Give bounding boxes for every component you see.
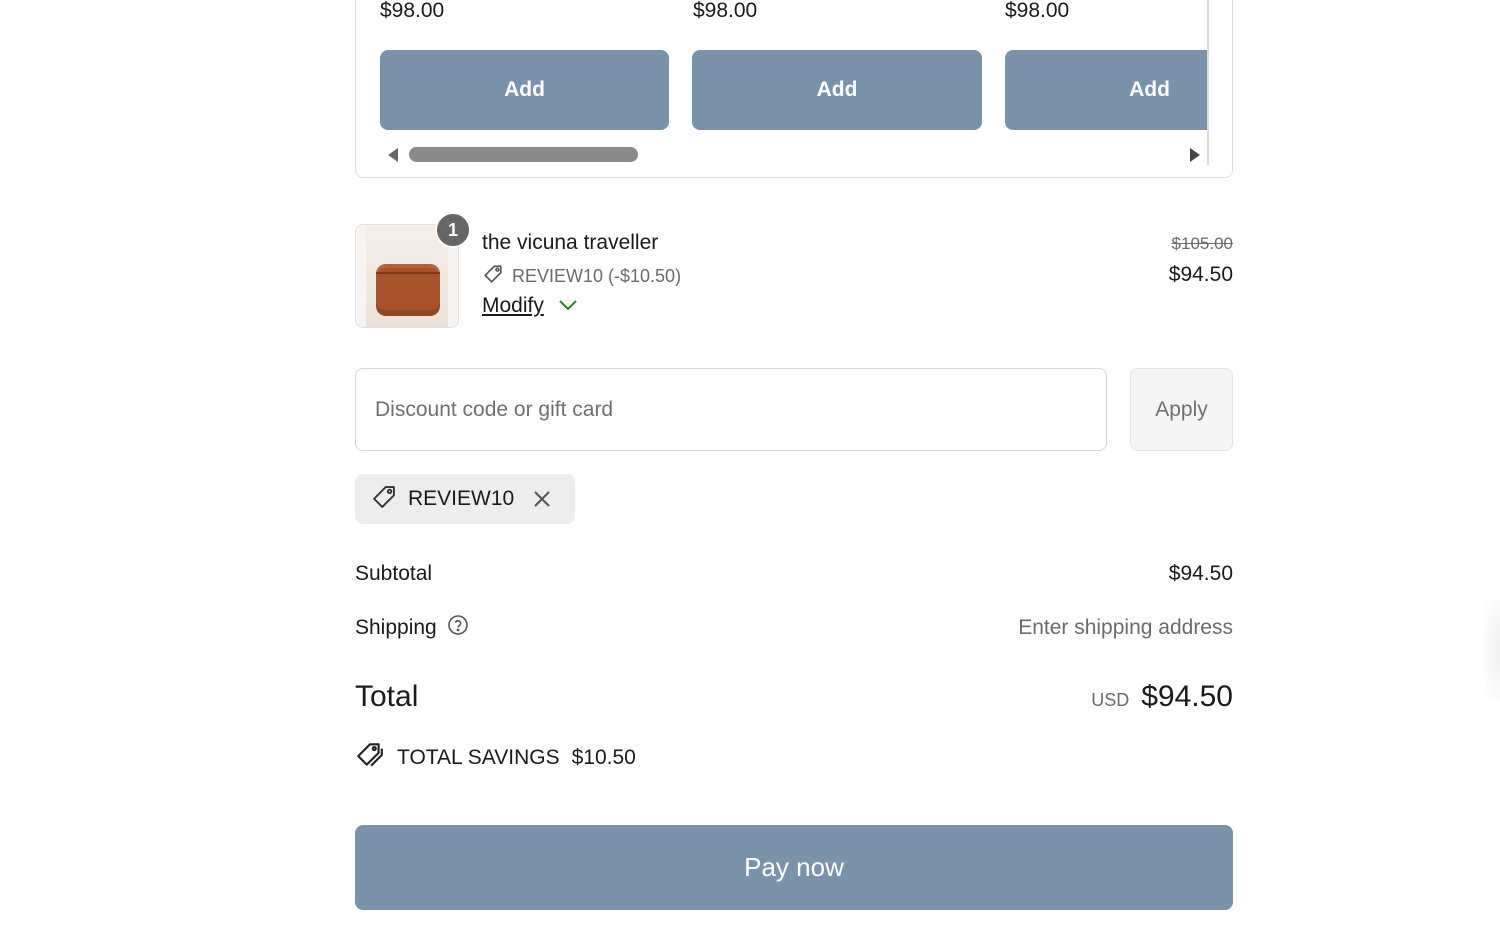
- upsell-track: $98.00 Add $98.00 Add $98.00 Add: [356, 0, 1207, 177]
- subtotal-value: $94.50: [1168, 562, 1233, 585]
- subtotal-label: Subtotal: [355, 562, 433, 585]
- chevron-down-icon[interactable]: [558, 294, 578, 318]
- total-savings: TOTAL SAVINGS $10.50: [355, 740, 636, 776]
- product-name: the vicuna traveller: [482, 231, 659, 254]
- horizontal-scrollbar[interactable]: [378, 143, 1207, 165]
- discounted-price: $94.50: [1168, 263, 1233, 286]
- edge-shadow: [1484, 600, 1500, 700]
- total-value: $94.50: [1141, 680, 1233, 713]
- add-button[interactable]: Add: [1005, 50, 1207, 130]
- pay-now-button[interactable]: Pay now: [355, 825, 1233, 910]
- tag-icon: [370, 483, 398, 516]
- add-button[interactable]: Add: [380, 50, 669, 130]
- original-price: $105.00: [1171, 234, 1233, 253]
- discount-code-input[interactable]: [355, 368, 1107, 451]
- scroll-left-arrow-icon[interactable]: [388, 148, 398, 162]
- quantity-badge: 1: [435, 212, 471, 248]
- applied-discount-code: REVIEW10: [408, 487, 515, 510]
- tags-icon: [355, 740, 385, 776]
- apply-button[interactable]: Apply: [1130, 368, 1233, 451]
- tag-icon: [482, 263, 504, 290]
- total-row: Total USD $94.50: [355, 680, 1233, 714]
- shipping-label: Shipping: [355, 616, 437, 639]
- help-icon[interactable]: [447, 614, 469, 642]
- total-label: Total: [355, 680, 419, 713]
- scroll-right-arrow-icon[interactable]: [1190, 148, 1200, 162]
- close-icon[interactable]: [532, 489, 552, 509]
- total-savings-label: TOTAL SAVINGS: [397, 746, 560, 769]
- shipping-row: Shipping Enter shipping address: [355, 614, 1233, 642]
- upsell-price: $98.00: [693, 0, 758, 22]
- applied-discount-chip: REVIEW10: [355, 474, 575, 524]
- total-value-group: USD $94.50: [1091, 680, 1233, 714]
- shipping-value: Enter shipping address: [1018, 616, 1233, 639]
- product-discount: REVIEW10 (-$10.50): [482, 263, 681, 290]
- currency-code: USD: [1091, 690, 1130, 710]
- shipping-label-group: Shipping: [355, 614, 469, 642]
- modify-button[interactable]: Modify: [482, 294, 578, 318]
- subtotal-row: Subtotal $94.50: [355, 562, 1233, 586]
- carousel-edge-divider: [1207, 0, 1209, 165]
- modify-label[interactable]: Modify: [482, 294, 544, 318]
- product-image: [366, 226, 448, 327]
- scrollbar-thumb[interactable]: [409, 147, 638, 162]
- upsell-price: $98.00: [380, 0, 445, 22]
- product-discount-text: REVIEW10 (-$10.50): [512, 266, 682, 286]
- add-button[interactable]: Add: [692, 50, 982, 130]
- upsell-carousel: $98.00 Add $98.00 Add $98.00 Add: [355, 0, 1233, 178]
- upsell-price: $98.00: [1005, 0, 1070, 22]
- total-savings-value: $10.50: [571, 746, 636, 769]
